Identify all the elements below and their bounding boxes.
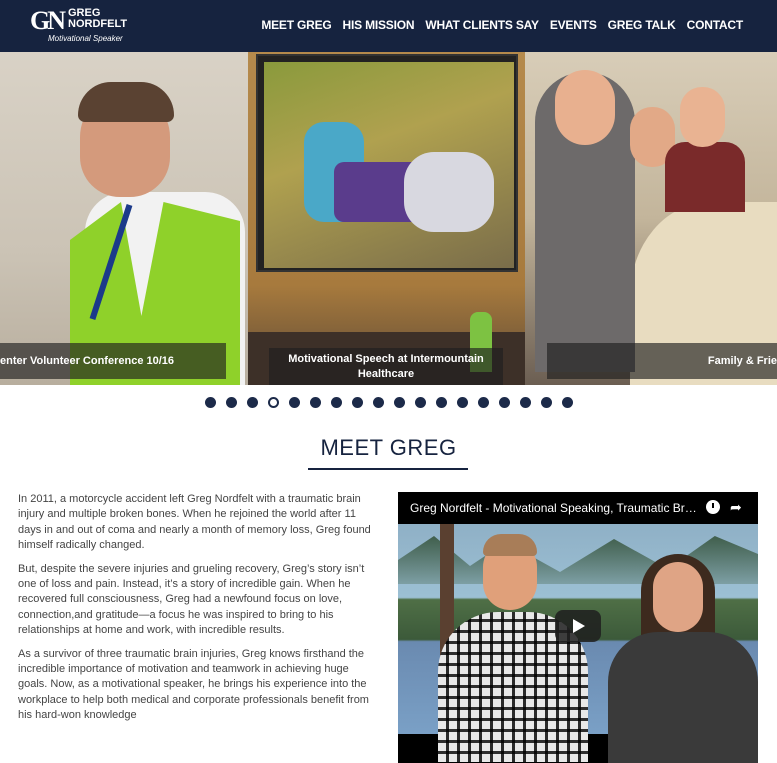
clock-icon[interactable]	[706, 500, 720, 514]
logo-tagline: Motivational Speaker	[48, 34, 123, 43]
logo-name: GREG NORDFELT	[68, 8, 127, 30]
page-title: MEET GREG	[320, 435, 457, 460]
bio-paragraph: In 2011, a motorcycle accident left Greg…	[18, 493, 371, 552]
projection-screen	[256, 54, 518, 272]
logo[interactable]: GN GREG NORDFELT Motivational Speaker	[30, 6, 140, 46]
carousel-dot[interactable]	[351, 397, 363, 408]
carousel-dot[interactable]	[246, 397, 258, 408]
carousel-dots	[0, 397, 777, 408]
photo-hair	[78, 82, 174, 122]
carousel-dot[interactable]	[393, 397, 405, 408]
photo-shirt	[665, 142, 745, 212]
carousel-dot[interactable]	[540, 397, 552, 408]
video-woman-face	[653, 562, 703, 632]
photo-face	[555, 70, 615, 145]
carousel-dot[interactable]	[288, 397, 300, 408]
video-title-bar: Greg Nordfelt - Motivational Speaking, T…	[398, 492, 758, 524]
carousel-dot[interactable]	[414, 397, 426, 408]
nav-his-mission[interactable]: HIS MISSION	[343, 18, 415, 32]
carousel-dot[interactable]	[309, 397, 321, 408]
photo-carousel[interactable]: enter Volunteer Conference 10/16 Motivat…	[0, 52, 777, 385]
slide-intermountain-speech[interactable]: Motivational Speech at Intermountain Hea…	[248, 52, 525, 385]
play-icon[interactable]	[555, 610, 601, 642]
nav-greg-talk[interactable]: GREG TALK	[608, 18, 676, 32]
bio-paragraph: But, despite the severe injuries and gru…	[18, 562, 365, 637]
slide-caption: Family & Frie	[547, 343, 777, 379]
carousel-dot[interactable]	[498, 397, 510, 408]
carousel-dot[interactable]	[330, 397, 342, 408]
carousel-dot[interactable]	[225, 397, 237, 408]
logo-name-line2: NORDFELT	[68, 18, 128, 30]
video-player[interactable]: Greg Nordfelt - Motivational Speaking, T…	[398, 492, 758, 763]
carousel-dot[interactable]	[204, 397, 216, 408]
carousel-dot[interactable]	[435, 397, 447, 408]
slide-caption: Motivational Speech at Intermountain Hea…	[269, 348, 503, 385]
main-nav: MEET GREG HIS MISSION WHAT CLIENTS SAY E…	[261, 18, 743, 32]
video-woman	[608, 632, 758, 763]
slide-caption-text: Motivational Speech at Intermountain Hea…	[288, 353, 484, 380]
video-title[interactable]: Greg Nordfelt - Motivational Speaking, T…	[410, 501, 700, 515]
carousel-dot[interactable]	[519, 397, 531, 408]
slide-caption-text: enter Volunteer Conference 10/16	[0, 354, 175, 367]
carousel-dot[interactable]	[372, 397, 384, 408]
slide-caption-text: Family & Frie	[707, 354, 777, 367]
slide-caption: enter Volunteer Conference 10/16	[0, 343, 226, 379]
screen-image	[264, 62, 514, 268]
carousel-dot[interactable]	[456, 397, 468, 408]
nav-what-clients-say[interactable]: WHAT CLIENTS SAY	[425, 18, 539, 32]
slide-family-friends[interactable]: Family & Frie	[525, 52, 777, 385]
photo-motorcycle	[404, 152, 494, 232]
site-header: GN GREG NORDFELT Motivational Speaker ME…	[0, 0, 777, 52]
nav-meet-greg[interactable]: MEET GREG	[261, 18, 331, 32]
share-icon[interactable]: ➦	[730, 500, 746, 514]
carousel-dot[interactable]	[267, 397, 279, 408]
slide-volunteer-conference[interactable]: enter Volunteer Conference 10/16	[0, 52, 248, 385]
bio-paragraph: As a survivor of three traumatic brain i…	[18, 647, 369, 722]
bio-text: In 2011, a motorcycle accident left Greg…	[18, 492, 378, 732]
nav-contact[interactable]: CONTACT	[687, 18, 744, 32]
video-man-hair	[483, 534, 537, 556]
nav-events[interactable]: EVENTS	[550, 18, 597, 32]
carousel-dot[interactable]	[477, 397, 489, 408]
photo-face	[680, 87, 725, 147]
carousel-dot[interactable]	[561, 397, 573, 408]
logo-mark: GN	[30, 6, 66, 35]
title-divider	[308, 468, 468, 470]
